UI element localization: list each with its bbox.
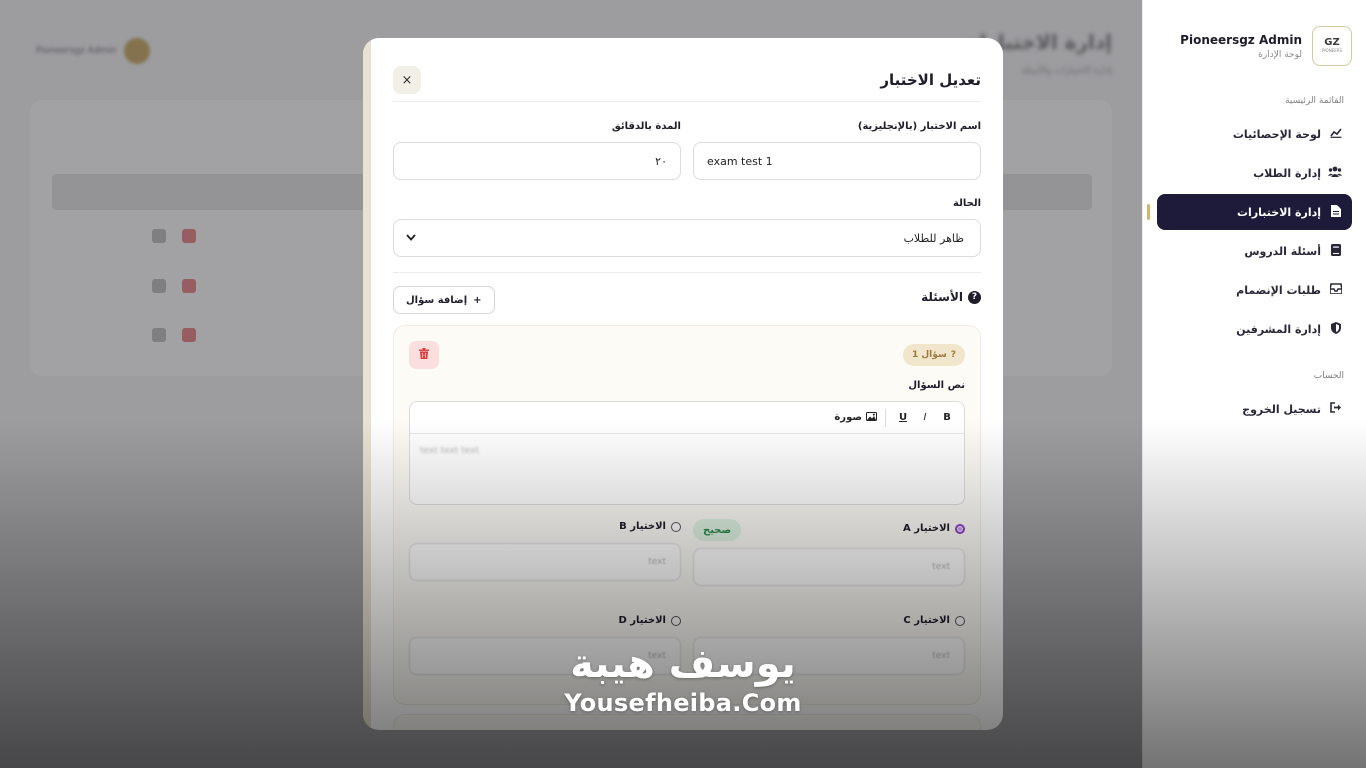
sidebar-item-logout[interactable]: تسجيل الخروج [1157, 391, 1352, 427]
book-icon [1329, 243, 1342, 259]
question-text-label: نص السؤال [908, 380, 965, 391]
option-d-radio[interactable] [671, 615, 681, 626]
inbox-icon [1328, 283, 1343, 297]
question-number-badge: ? سؤال 1 [902, 344, 965, 366]
questions-header: ? الأسئلة [921, 290, 981, 304]
sidebar-item-label: إدارة الطلاب [1253, 166, 1321, 180]
underline-button[interactable]: U [894, 407, 912, 429]
status-label: الحالة [953, 198, 981, 209]
question-card: ? سؤال 1 نص السؤال B I U صورة text text … [393, 325, 981, 705]
option-c-label[interactable]: الاختيار C [903, 615, 965, 626]
close-button[interactable]: × [393, 66, 421, 94]
option-d-label[interactable]: الاختيار D [618, 615, 681, 626]
option-a-label[interactable]: الاختيار A [903, 523, 965, 534]
sidebar-item-students[interactable]: إدارة الطلاب [1157, 155, 1352, 191]
option-a-input[interactable]: text [693, 548, 965, 586]
insert-image-button[interactable]: صورة [834, 407, 877, 429]
sidebar-item-lesson-questions[interactable]: أسئلة الدروس [1157, 233, 1352, 269]
editor-content[interactable]: text text text [410, 434, 964, 468]
option-c-radio[interactable] [955, 615, 965, 626]
users-icon [1328, 166, 1342, 180]
status-select-value: ظاهر للطلاب [903, 231, 964, 245]
option-b-text: الاختيار B [619, 521, 666, 532]
bold-button[interactable]: B [938, 407, 956, 429]
brand-title: Pioneersgz Admin [1180, 32, 1302, 47]
duration-label: المدة بالدقائق [611, 121, 681, 132]
sidebar-item-supervisors[interactable]: إدارة المشرفين [1157, 311, 1352, 347]
question-text-editor[interactable]: B I U صورة text text text [409, 401, 965, 505]
divider [393, 272, 981, 273]
sidebar-item-label: إدارة الاختبارات [1237, 205, 1321, 219]
sidebar-item-label: إدارة المشرفين [1236, 322, 1321, 336]
sidebar-item-dashboard[interactable]: لوحة الإحصائيات [1157, 116, 1352, 152]
editor-toolbar: B I U صورة [410, 402, 964, 434]
question-mark-icon: ? [950, 350, 956, 360]
chart-icon [1329, 127, 1342, 141]
edit-exam-modal: تعديل الاختبار × اسم الاختبار (بالإنجليز… [363, 38, 1003, 730]
option-b-label[interactable]: الاختيار B [619, 521, 681, 532]
insert-image-label: صورة [834, 412, 862, 423]
delete-question-button[interactable] [409, 341, 439, 369]
plus-icon: + [473, 294, 482, 306]
modal-header: تعديل الاختبار × [393, 60, 981, 100]
divider [393, 101, 981, 102]
file-icon [1329, 204, 1342, 220]
duration-input[interactable]: ٢٠ [393, 142, 681, 180]
sidebar-item-join-requests[interactable]: طلبات الإنضمام [1157, 272, 1352, 308]
logo-subtext: PIONEERS [1321, 48, 1343, 53]
chevron-down-icon [406, 233, 416, 244]
add-question-label: إضافة سؤال [406, 294, 468, 306]
logo-text: GZ [1324, 37, 1340, 48]
image-icon [866, 411, 877, 424]
option-a-radio[interactable] [955, 523, 965, 534]
questions-title: الأسئلة [921, 290, 963, 304]
modal-scroll-track[interactable] [363, 38, 371, 730]
sidebar-item-exams[interactable]: إدارة الاختبارات [1147, 194, 1352, 230]
option-c-text: الاختيار C [903, 615, 950, 626]
option-b-radio[interactable] [671, 521, 681, 532]
modal-title: تعديل الاختبار [880, 71, 981, 89]
italic-button[interactable]: I [916, 407, 934, 429]
account-section-label: الحساب [1313, 371, 1344, 381]
option-d-text: الاختيار D [618, 615, 666, 626]
sidebar-item-label: تسجيل الخروج [1242, 402, 1321, 416]
question-number: سؤال 1 [911, 350, 947, 360]
brand: GZ PIONEERS Pioneersgz Admin لوحة الإدار… [1157, 26, 1352, 66]
close-icon: × [401, 72, 413, 88]
logout-icon [1329, 402, 1342, 416]
trash-icon [419, 348, 429, 362]
question-circle-icon: ? [968, 290, 981, 304]
option-b-input[interactable]: text [409, 543, 681, 581]
main-menu-label: القائمة الرئيسية [1285, 96, 1344, 106]
add-question-button[interactable]: + إضافة سؤال [393, 286, 495, 314]
sidebar-item-label: أسئلة الدروس [1244, 244, 1321, 258]
sidebar: GZ PIONEERS Pioneersgz Admin لوحة الإدار… [1142, 0, 1366, 768]
next-question-card [393, 714, 981, 730]
sidebar-item-label: لوحة الإحصائيات [1232, 127, 1321, 141]
exam-name-label: اسم الاختبار (بالإنجليزية) [857, 121, 981, 132]
exam-name-input[interactable]: exam test 1 [693, 142, 981, 180]
sidebar-item-label: طلبات الإنضمام [1236, 283, 1321, 297]
option-d-input[interactable]: text [409, 637, 681, 675]
option-c-input[interactable]: text [693, 637, 965, 675]
correct-answer-badge: صحيح [693, 519, 742, 541]
toolbar-separator [885, 408, 886, 427]
active-indicator [1147, 204, 1150, 220]
option-a-text: الاختيار A [903, 523, 950, 534]
shield-icon [1329, 321, 1342, 337]
brand-subtitle: لوحة الإدارة [1258, 49, 1302, 60]
brand-logo: GZ PIONEERS [1312, 26, 1352, 66]
status-select[interactable]: ظاهر للطلاب [393, 219, 981, 257]
